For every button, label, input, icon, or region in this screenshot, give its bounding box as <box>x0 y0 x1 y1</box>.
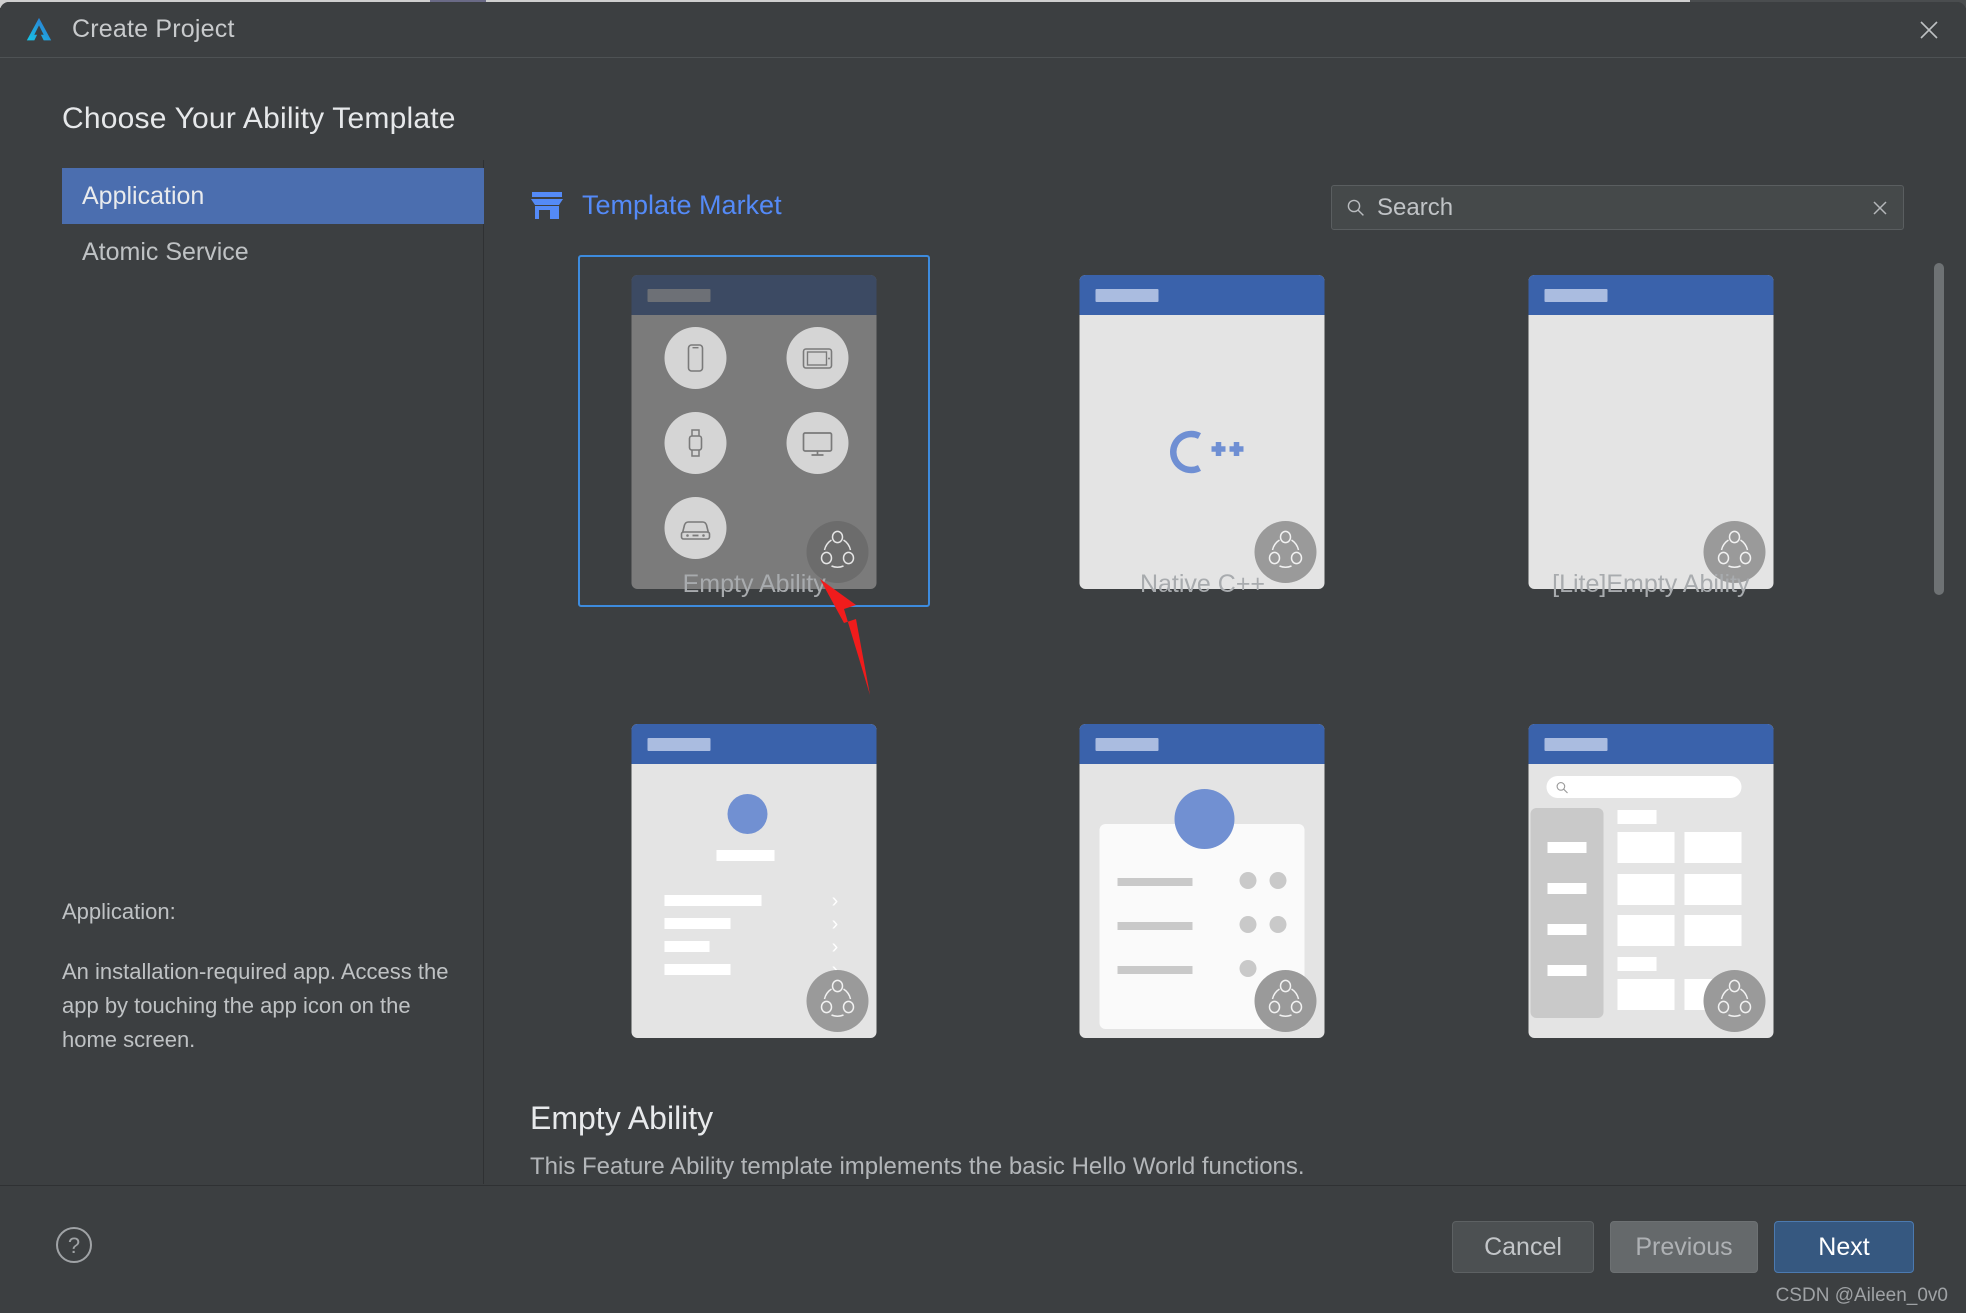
thumb-titlebar <box>1080 275 1325 315</box>
sidebar-item-atomic-service[interactable]: Atomic Service <box>62 224 484 280</box>
deveco-logo-icon <box>24 15 54 45</box>
template-card-profile-layout[interactable] <box>1026 704 1378 1056</box>
close-icon <box>1918 19 1940 41</box>
tv-icon <box>787 412 849 474</box>
category-list: Application Atomic Service <box>62 168 484 280</box>
car-icon <box>665 497 727 559</box>
template-panel: Template Market <box>485 160 1966 1184</box>
help-icon[interactable]: ? <box>52 1223 96 1267</box>
page-title: Choose Your Ability Template <box>62 102 456 136</box>
thumb-titlebar <box>1080 724 1325 764</box>
phone-icon <box>665 327 727 389</box>
title-bar: Create Project <box>0 2 1966 58</box>
template-card-list-layout[interactable]: › › › › <box>578 704 930 1056</box>
thumb-body: › › › › <box>632 764 877 1038</box>
category-description-body: An installation-required app. Access the… <box>62 955 452 1057</box>
selected-template-body: This Feature Ability template implements… <box>530 1153 1305 1181</box>
template-cell <box>1427 704 1875 1056</box>
thumb-body <box>1528 764 1773 1038</box>
thumb-titlebar <box>632 724 877 764</box>
screen: Create Project Choose Your Ability Templ… <box>0 0 1966 1313</box>
template-thumbnail <box>1080 724 1325 1038</box>
template-label: [Lite]Empty Ability <box>1477 570 1825 599</box>
thumb-titlebar <box>1528 275 1773 315</box>
template-card-native-cpp[interactable]: Native C++ <box>1026 255 1378 607</box>
watermark: CSDN @Aileen_0v0 <box>1776 1285 1948 1307</box>
footer-buttons: Cancel Previous Next <box>1452 1221 1914 1273</box>
template-thumbnail <box>1528 724 1773 1038</box>
sidebar-item-label: Atomic Service <box>82 238 249 267</box>
thumb-body <box>1080 764 1325 1038</box>
tablet-icon <box>787 327 849 389</box>
template-cell: Native C++ <box>978 255 1426 607</box>
sidebar-item-application[interactable]: Application <box>62 168 484 224</box>
cancel-button[interactable]: Cancel <box>1452 1221 1594 1273</box>
watch-icon <box>665 412 727 474</box>
close-button[interactable] <box>1892 2 1966 57</box>
sidebar-item-label: Application <box>82 182 204 211</box>
selected-template-title: Empty Ability <box>530 1100 1305 1137</box>
template-thumbnail <box>1080 275 1325 589</box>
template-thumbnail <box>632 275 877 589</box>
template-label: Native C++ <box>1028 570 1376 599</box>
template-market-link[interactable]: Template Market <box>530 190 782 221</box>
harmonyos-badge-icon <box>1703 970 1765 1032</box>
template-cell <box>978 704 1426 1056</box>
cpp-logo-icon <box>1159 423 1245 481</box>
close-icon <box>1871 199 1889 217</box>
category-description: Application: An installation-required ap… <box>62 895 452 1057</box>
search-icon <box>1555 781 1568 794</box>
template-card-lite-empty-ability[interactable]: [Lite]Empty Ability <box>1475 255 1827 607</box>
search-input[interactable] <box>1377 194 1857 222</box>
previous-button[interactable]: Previous <box>1610 1221 1758 1273</box>
category-description-lead: Application: <box>62 895 452 929</box>
scrollbar-thumb[interactable] <box>1934 263 1944 595</box>
selected-template-description: Empty Ability This Feature Ability templ… <box>530 1100 1305 1181</box>
search-icon <box>1346 198 1365 217</box>
template-thumbnail: › › › › <box>632 724 877 1038</box>
template-cell: › › › › <box>530 704 978 1056</box>
window-title: Create Project <box>72 15 235 44</box>
template-market-icon <box>530 191 564 221</box>
next-button[interactable]: Next <box>1774 1221 1914 1273</box>
template-card-catalog-layout[interactable] <box>1475 704 1827 1056</box>
search-clear-button[interactable] <box>1857 186 1903 229</box>
category-panel: Application Atomic Service Application: … <box>0 160 484 1184</box>
template-scrollbar[interactable] <box>1934 255 1944 1100</box>
template-grid: Empty Ability <box>530 255 1875 1100</box>
template-row: › › › › <box>530 704 1875 1056</box>
thumb-titlebar <box>1528 724 1773 764</box>
harmonyos-badge-icon <box>1255 970 1317 1032</box>
thumb-body <box>1528 315 1773 589</box>
thumb-body <box>1080 315 1325 589</box>
search-box[interactable] <box>1331 185 1904 230</box>
thumb-body <box>632 315 877 589</box>
template-row: Empty Ability <box>530 255 1875 607</box>
harmonyos-badge-icon <box>807 970 869 1032</box>
template-cell: Empty Ability <box>530 255 978 607</box>
thumb-search-bar <box>1546 776 1741 798</box>
template-cell: [Lite]Empty Ability <box>1427 255 1875 607</box>
dialog-footer: ? Cancel Previous Next CSDN @Aileen_0v0 <box>0 1185 1966 1313</box>
thumb-titlebar <box>632 275 877 315</box>
template-market-label: Template Market <box>582 190 782 221</box>
create-project-dialog: Create Project Choose Your Ability Templ… <box>0 2 1966 1313</box>
template-label: Empty Ability <box>580 570 928 599</box>
template-card-empty-ability[interactable]: Empty Ability <box>578 255 930 607</box>
svg-text:?: ? <box>68 1233 80 1258</box>
template-thumbnail <box>1528 275 1773 589</box>
